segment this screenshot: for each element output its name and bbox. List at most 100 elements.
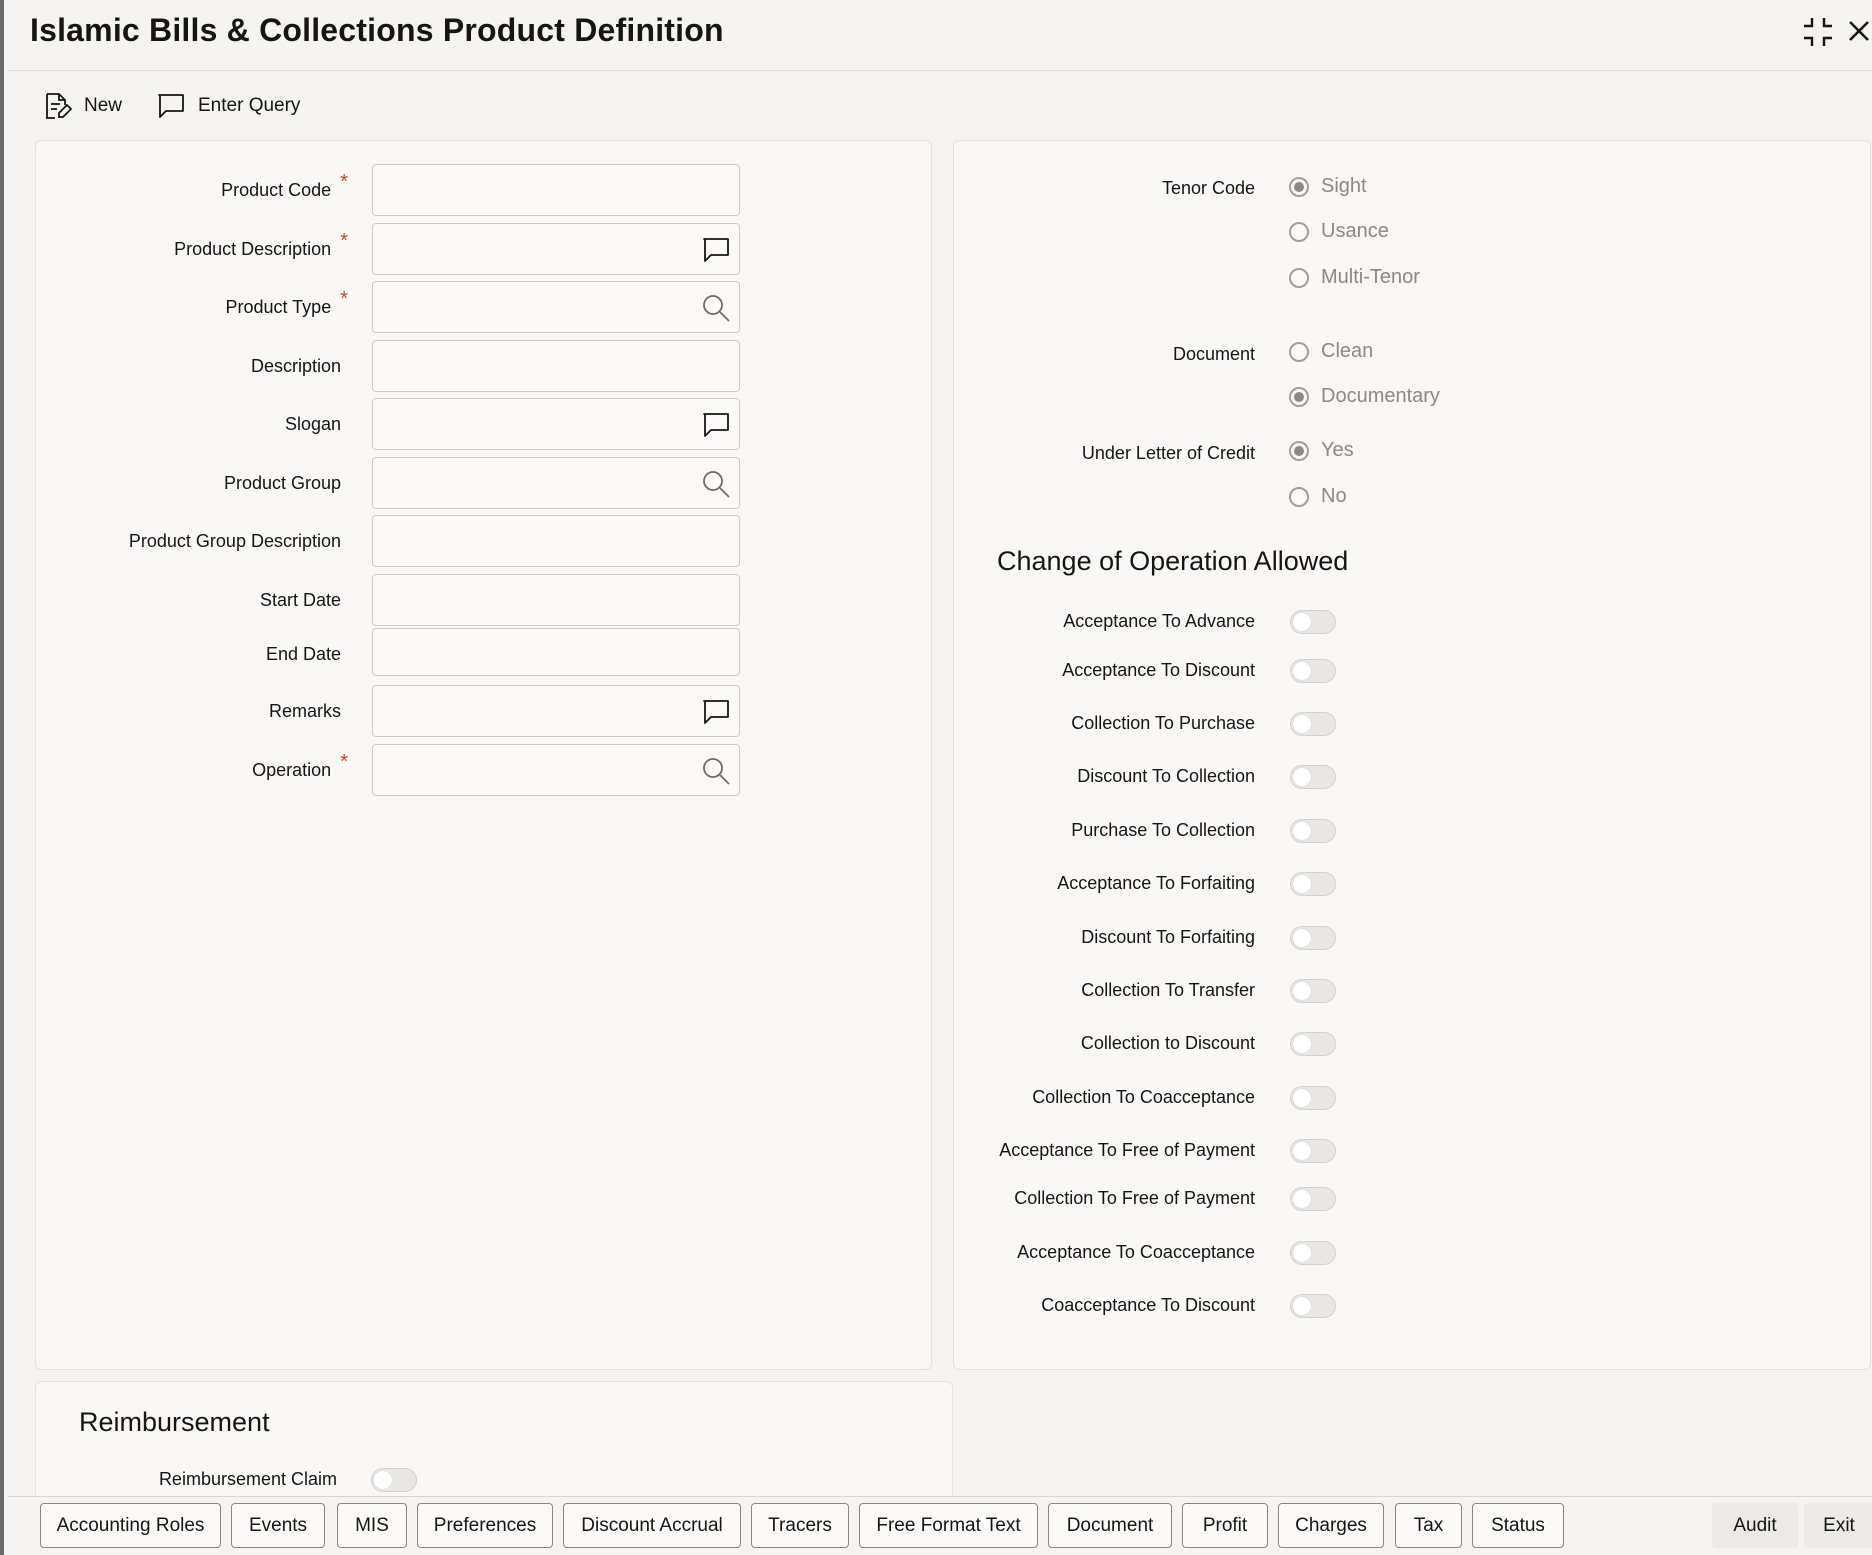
- comment-icon[interactable]: [701, 235, 731, 265]
- collection-to-free-of-payment-toggle[interactable]: [1290, 1187, 1336, 1211]
- new-button[interactable]: New: [42, 86, 122, 126]
- radio-documentary[interactable]: Documentary: [1289, 385, 1440, 408]
- acceptance-to-forfaiting-toggle[interactable]: [1290, 872, 1336, 896]
- toggle-knob: [1293, 1190, 1311, 1208]
- product-description-field[interactable]: [372, 223, 740, 275]
- operation-input[interactable]: [373, 745, 739, 795]
- accounting-roles-button[interactable]: Accounting Roles: [40, 1503, 221, 1548]
- slogan-input[interactable]: [373, 399, 739, 449]
- radio-clean[interactable]: Clean: [1289, 340, 1373, 363]
- document-label: Document: [1172, 344, 1255, 364]
- product-group-description-label: Product Group Description: [128, 530, 341, 551]
- product-group-description-field[interactable]: [372, 515, 740, 567]
- toggle-knob: [1293, 875, 1311, 893]
- search-icon[interactable]: [701, 469, 731, 499]
- exit-button[interactable]: Exit: [1804, 1503, 1872, 1548]
- radio-no-label: No: [1321, 485, 1347, 507]
- discount-to-collection-toggle[interactable]: [1290, 765, 1336, 789]
- start-date-input[interactable]: [373, 575, 739, 625]
- acceptance-to-coacceptance-toggle[interactable]: [1290, 1241, 1336, 1265]
- radio-sight[interactable]: Sight: [1289, 175, 1367, 198]
- product-description-input[interactable]: [373, 224, 739, 274]
- document-button[interactable]: Document: [1048, 1503, 1172, 1548]
- product-group-field[interactable]: [372, 457, 740, 509]
- operation-field[interactable]: [372, 744, 740, 796]
- close-icon[interactable]: [1844, 14, 1872, 50]
- remarks-input[interactable]: [373, 686, 739, 736]
- enter-query-button[interactable]: Enter Query: [156, 86, 300, 126]
- new-document-icon: [46, 93, 72, 119]
- toggle-knob: [1293, 1142, 1311, 1160]
- search-icon[interactable]: [701, 293, 731, 323]
- coacceptance-to-discount-toggle[interactable]: [1290, 1294, 1336, 1318]
- description-field[interactable]: [372, 340, 740, 392]
- tracers-button[interactable]: Tracers: [751, 1503, 849, 1548]
- radio-no[interactable]: No: [1289, 485, 1347, 508]
- collection-to-coacceptance-toggle[interactable]: [1290, 1086, 1336, 1110]
- remarks-label-row: Remarks: [64, 685, 341, 737]
- status-button[interactable]: Status: [1472, 1503, 1564, 1548]
- acceptance-to-discount-toggle[interactable]: [1290, 659, 1336, 683]
- product-code-field[interactable]: [372, 164, 740, 216]
- product-group-description-input[interactable]: [373, 516, 739, 566]
- mis-button[interactable]: MIS: [337, 1503, 407, 1548]
- product-code-input[interactable]: [373, 165, 739, 215]
- minimize-icon[interactable]: [1800, 14, 1836, 50]
- toggle-label: Collection To Purchase: [1071, 713, 1255, 733]
- description-label: Description: [250, 355, 341, 376]
- toggle-label: Collection To Free of Payment: [1014, 1188, 1255, 1208]
- start-date-field[interactable]: [372, 574, 740, 626]
- description-label-row: Description: [64, 340, 341, 392]
- reimbursement-claim-label: Reimbursement Claim: [158, 1469, 337, 1489]
- collection-to-discount-toggle[interactable]: [1290, 1032, 1336, 1056]
- events-button[interactable]: Events: [231, 1503, 325, 1548]
- discount-to-forfaiting-toggle[interactable]: [1290, 926, 1336, 950]
- comment-icon[interactable]: [701, 410, 731, 440]
- product-code-label-row: Product Code *: [64, 164, 348, 216]
- toggle-knob: [1293, 1035, 1311, 1053]
- description-input[interactable]: [373, 341, 739, 391]
- product-type-field[interactable]: [372, 281, 740, 333]
- discount-accrual-button[interactable]: Discount Accrual: [563, 1503, 741, 1548]
- profit-button[interactable]: Profit: [1182, 1503, 1268, 1548]
- collection-to-purchase-toggle[interactable]: [1290, 712, 1336, 736]
- radio-usance[interactable]: Usance: [1289, 220, 1389, 243]
- radio-usance-label: Usance: [1321, 220, 1389, 242]
- enter-query-label: Enter Query: [198, 95, 301, 116]
- remarks-field[interactable]: [372, 685, 740, 737]
- toggle-label: Collection to Discount: [1080, 1033, 1255, 1053]
- audit-button[interactable]: Audit: [1712, 1503, 1798, 1548]
- free-format-text-button[interactable]: Free Format Text: [859, 1503, 1038, 1548]
- toggle-knob: [1293, 768, 1311, 786]
- end-date-field[interactable]: [372, 628, 740, 676]
- slogan-label-row: Slogan: [64, 398, 341, 450]
- toggle-knob: [374, 1471, 392, 1489]
- purchase-to-collection-toggle[interactable]: [1290, 819, 1336, 843]
- product-type-label-row: Product Type *: [64, 281, 348, 333]
- product-type-input[interactable]: [373, 282, 739, 332]
- acceptance-to-free-of-payment-toggle[interactable]: [1290, 1139, 1336, 1163]
- required-marker: *: [340, 229, 348, 252]
- collection-to-transfer-toggle[interactable]: [1290, 979, 1336, 1003]
- start-date-label-row: Start Date: [64, 574, 341, 626]
- comment-icon[interactable]: [701, 697, 731, 727]
- end-date-label: End Date: [265, 643, 341, 664]
- search-icon[interactable]: [701, 756, 731, 786]
- end-date-input[interactable]: [373, 629, 739, 675]
- slogan-field[interactable]: [372, 398, 740, 450]
- radio-circle: [1289, 341, 1309, 362]
- charges-button[interactable]: Charges: [1278, 1503, 1384, 1548]
- slogan-label: Slogan: [284, 413, 341, 434]
- remarks-label: Remarks: [268, 700, 341, 721]
- radio-documentary-label: Documentary: [1321, 385, 1440, 407]
- preferences-button[interactable]: Preferences: [417, 1503, 553, 1548]
- radio-yes[interactable]: Yes: [1289, 439, 1354, 462]
- product-group-input[interactable]: [373, 458, 739, 508]
- acceptance-to-advance-toggle[interactable]: [1290, 610, 1336, 634]
- tax-button[interactable]: Tax: [1395, 1503, 1462, 1548]
- product-description-label: Product Description: [174, 238, 332, 259]
- radio-dot: [1294, 445, 1304, 456]
- radio-multi-tenor[interactable]: Multi-Tenor: [1289, 266, 1420, 289]
- toggle-label: Acceptance To Advance: [1063, 611, 1255, 631]
- reimbursement-claim-toggle[interactable]: [371, 1468, 417, 1492]
